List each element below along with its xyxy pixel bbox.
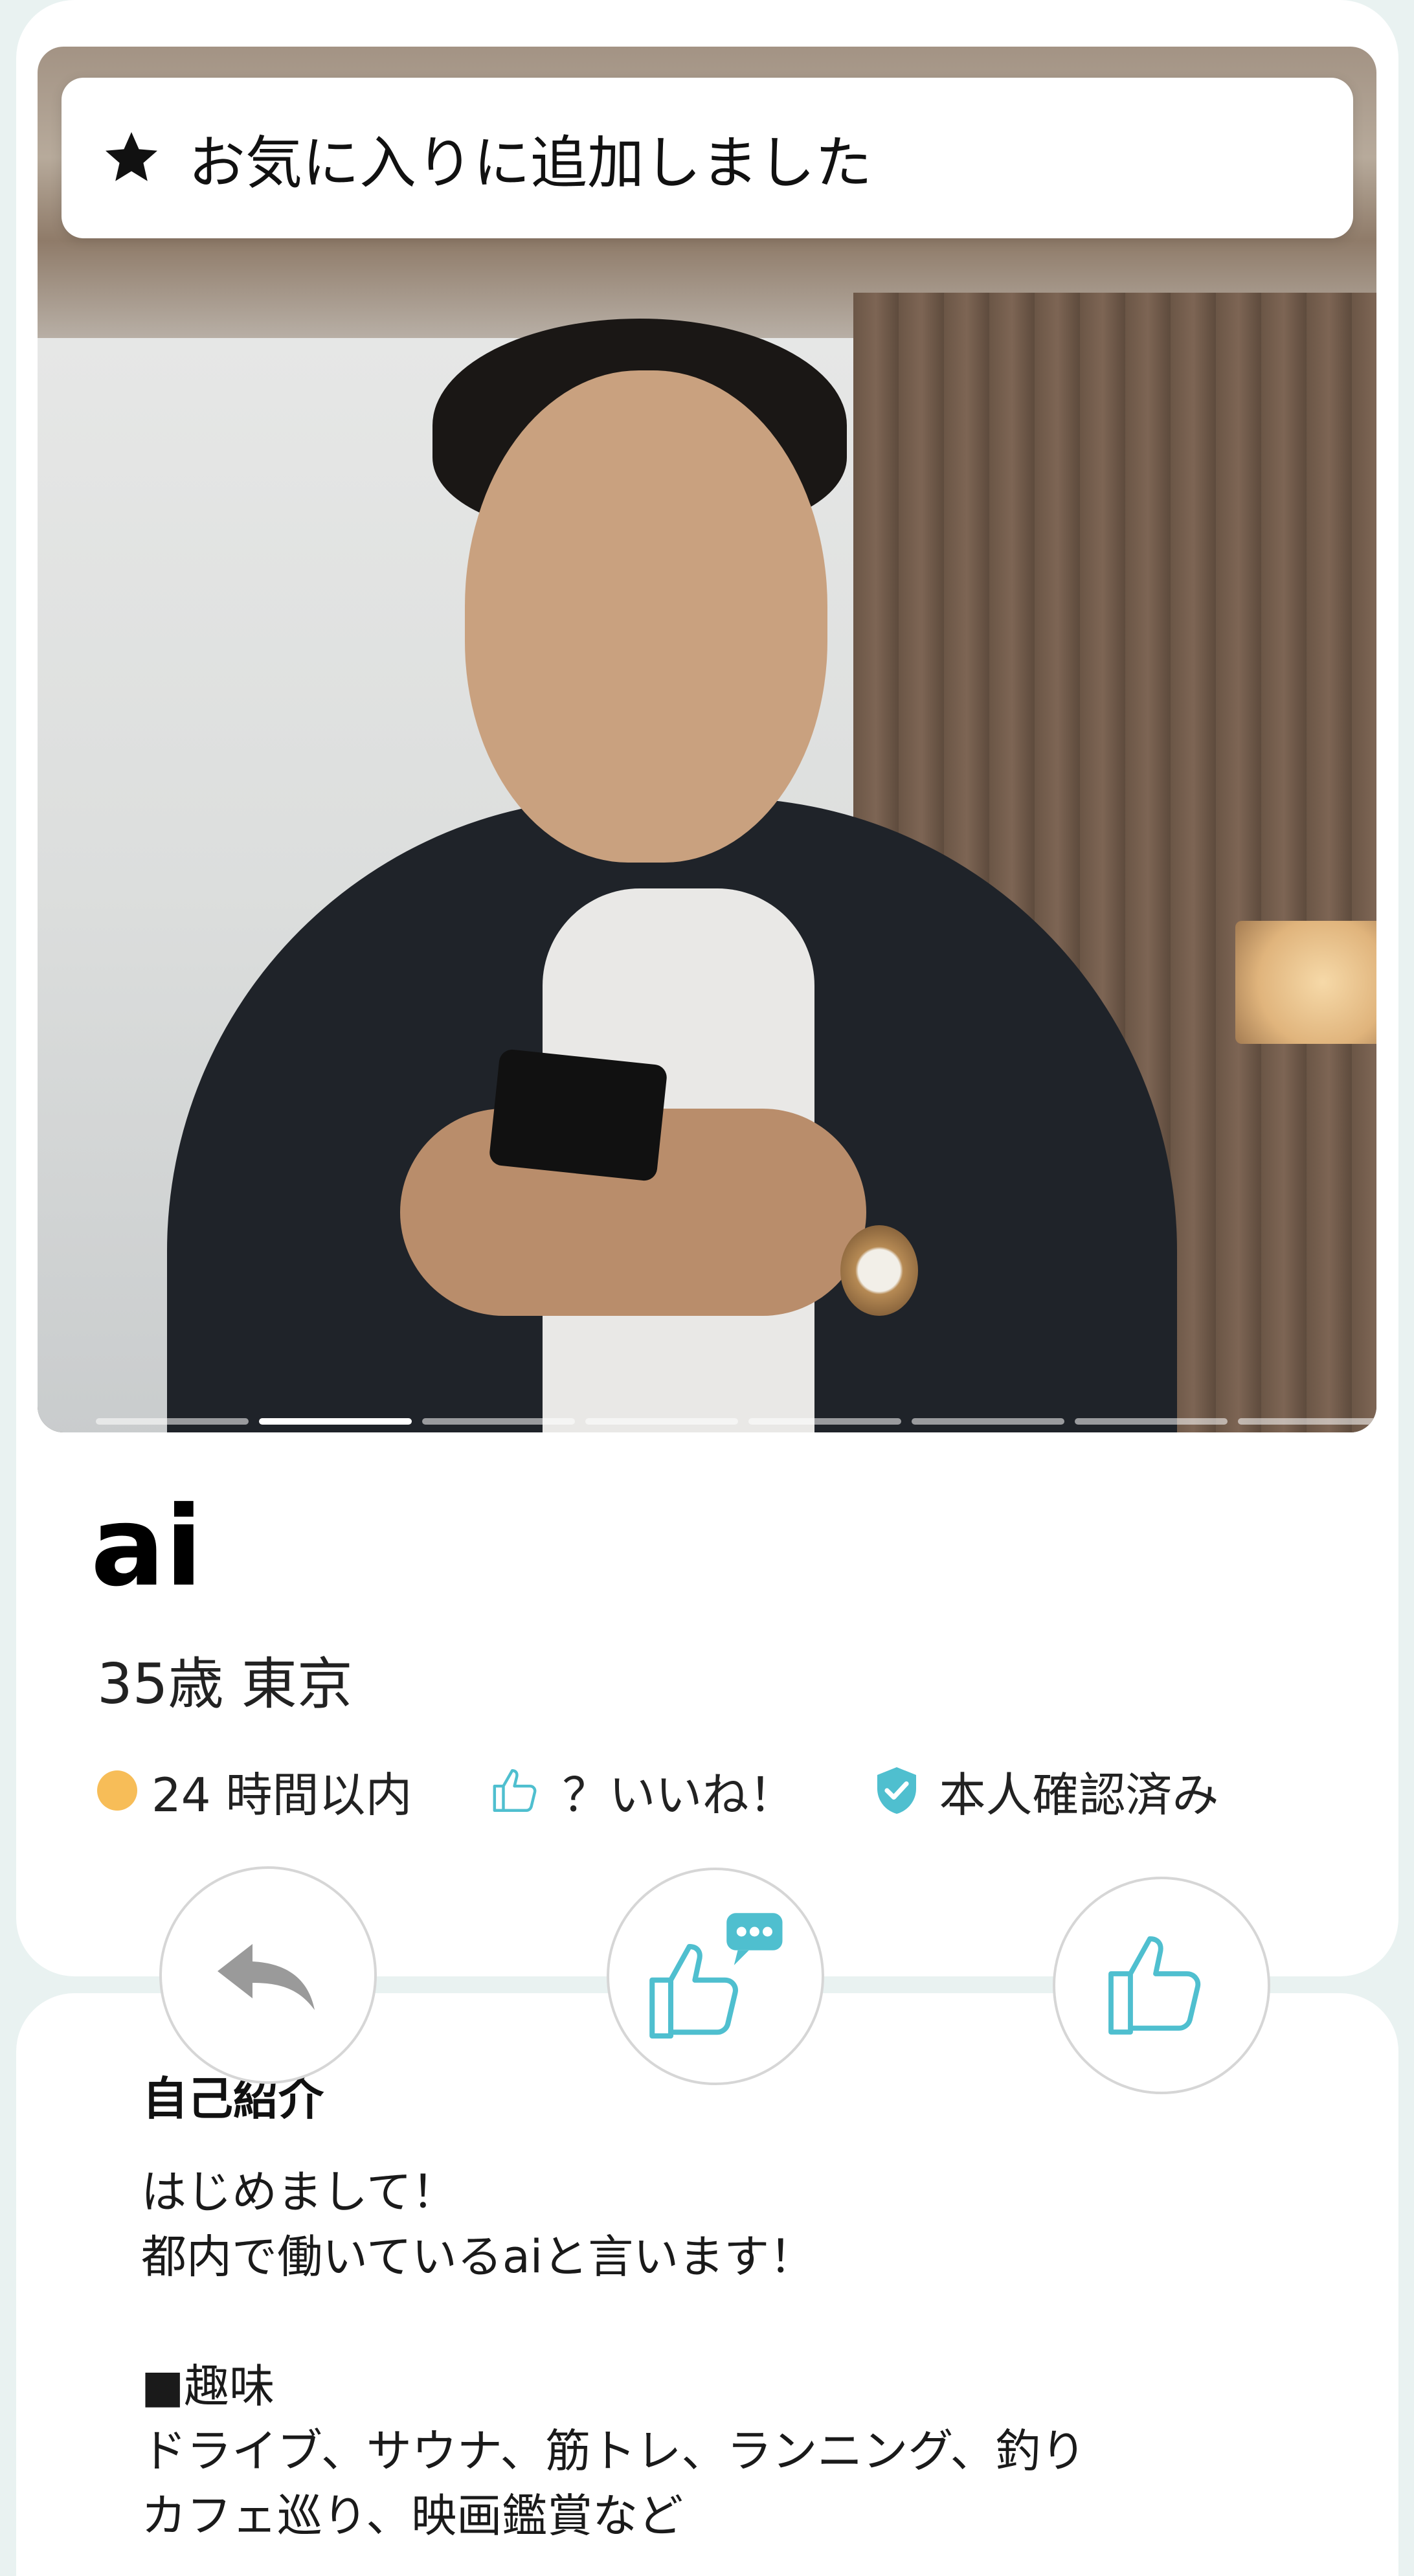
login-status-dot-icon [97, 1770, 137, 1811]
photo-progress-segment [912, 1418, 1064, 1425]
profile-age-location: 35歳 東京 [97, 1652, 353, 1717]
login-status: 24 時間以内 [97, 1757, 412, 1825]
like-count-badge: ？いいね！ [490, 1757, 796, 1825]
photo-wristwatch [840, 1225, 918, 1316]
profile-name: ai [91, 1483, 203, 1611]
photo-progress-indicator [96, 1418, 1376, 1425]
photo-person-face [465, 370, 827, 863]
verified-badge: 本人確認済み [873, 1757, 1219, 1825]
photo-progress-segment [748, 1418, 901, 1425]
photo-progress-segment [585, 1418, 738, 1425]
back-button[interactable] [159, 1866, 377, 2084]
shield-check-icon [877, 1767, 916, 1814]
like-count-label: ？いいね！ [562, 1767, 796, 1822]
profile-status-row: 24 時間以内 ？いいね！ 本人確認済み [97, 1758, 1219, 1823]
intro-body: はじめまして！ 都内で働いているaiと言います！ ■趣味 ドライブ、サウナ、筋ト… [141, 2165, 1086, 2542]
login-status-label: 24 時間以内 [152, 1767, 412, 1822]
thumbs-up-outline-icon [493, 1769, 536, 1812]
photo-background-lamp [1235, 921, 1376, 1044]
photo-smartphone [488, 1048, 668, 1182]
star-icon [106, 132, 157, 181]
photo-progress-segment [259, 1418, 412, 1425]
photo-progress-segment [1075, 1418, 1228, 1425]
photo-progress-segment [422, 1418, 575, 1425]
like-button[interactable] [1053, 1877, 1270, 2094]
favorite-toast: お気に入りに追加しました [62, 78, 1353, 238]
thumbs-up-icon [1108, 1936, 1201, 2035]
profile-photo[interactable] [38, 47, 1376, 1432]
toast-message: お気に入りに追加しました [188, 129, 873, 196]
verified-label: 本人確認済み [939, 1767, 1219, 1822]
like-with-message-button[interactable] [607, 1868, 824, 2085]
photo-progress-segment [96, 1418, 249, 1425]
photo-progress-segment [1238, 1418, 1376, 1425]
undo-arrow-icon [218, 1944, 315, 2010]
thumbs-up-message-icon [649, 1913, 783, 2039]
